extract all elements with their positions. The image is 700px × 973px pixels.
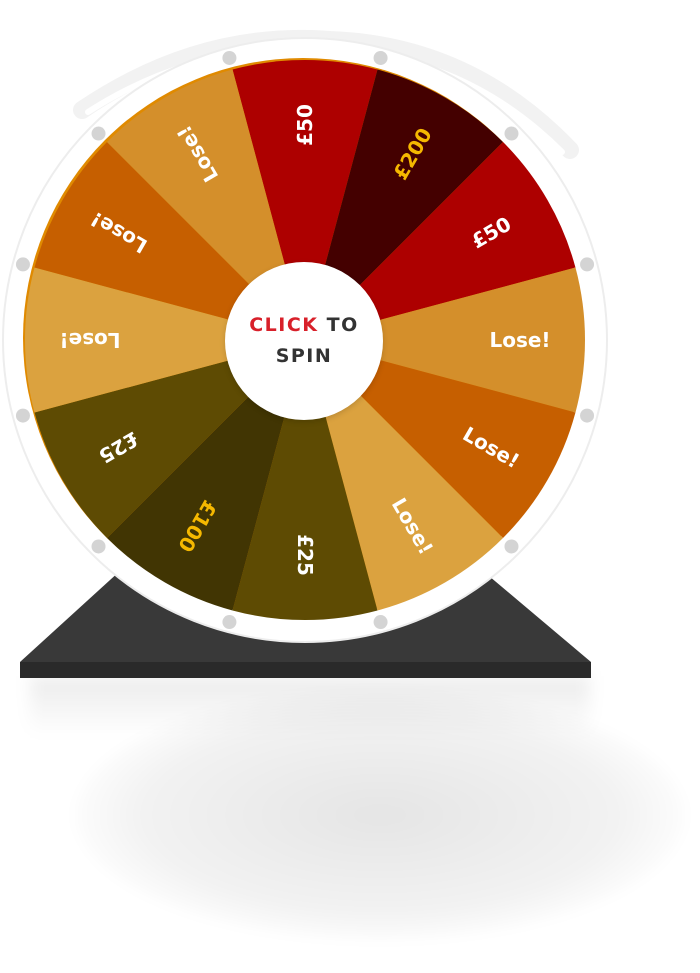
spin-to-word: TO [326, 314, 359, 336]
spin-spin-word: SPIN [275, 345, 333, 367]
wheel-peg [15, 257, 30, 272]
wheel-peg [15, 408, 30, 423]
spin-button-label: CLICK TO SPIN [249, 310, 359, 372]
wheel-segment-label: Lose! [59, 328, 120, 352]
wheel-game-stage: £50 £200 £50 Lose! Lose! Lose! £25 £100 £25 Lose!… [0, 0, 700, 973]
wheel-peg [373, 615, 388, 630]
wheel-segment-label: £50 [293, 104, 317, 146]
wheel-peg [222, 50, 237, 65]
spin-click-word: CLICK [249, 314, 319, 336]
wheel-peg [91, 126, 106, 141]
wheel-peg [222, 615, 237, 630]
wheel-peg [580, 257, 595, 272]
wheel-segment-label: £25 [293, 534, 317, 576]
wheel-peg [504, 126, 519, 141]
wheel-segment-label: Lose! [489, 328, 550, 352]
spin-button[interactable]: CLICK TO SPIN [225, 262, 383, 420]
wheel-peg [373, 50, 388, 65]
wheel-peg [91, 539, 106, 554]
wheel-peg [580, 408, 595, 423]
wheel-peg [504, 539, 519, 554]
